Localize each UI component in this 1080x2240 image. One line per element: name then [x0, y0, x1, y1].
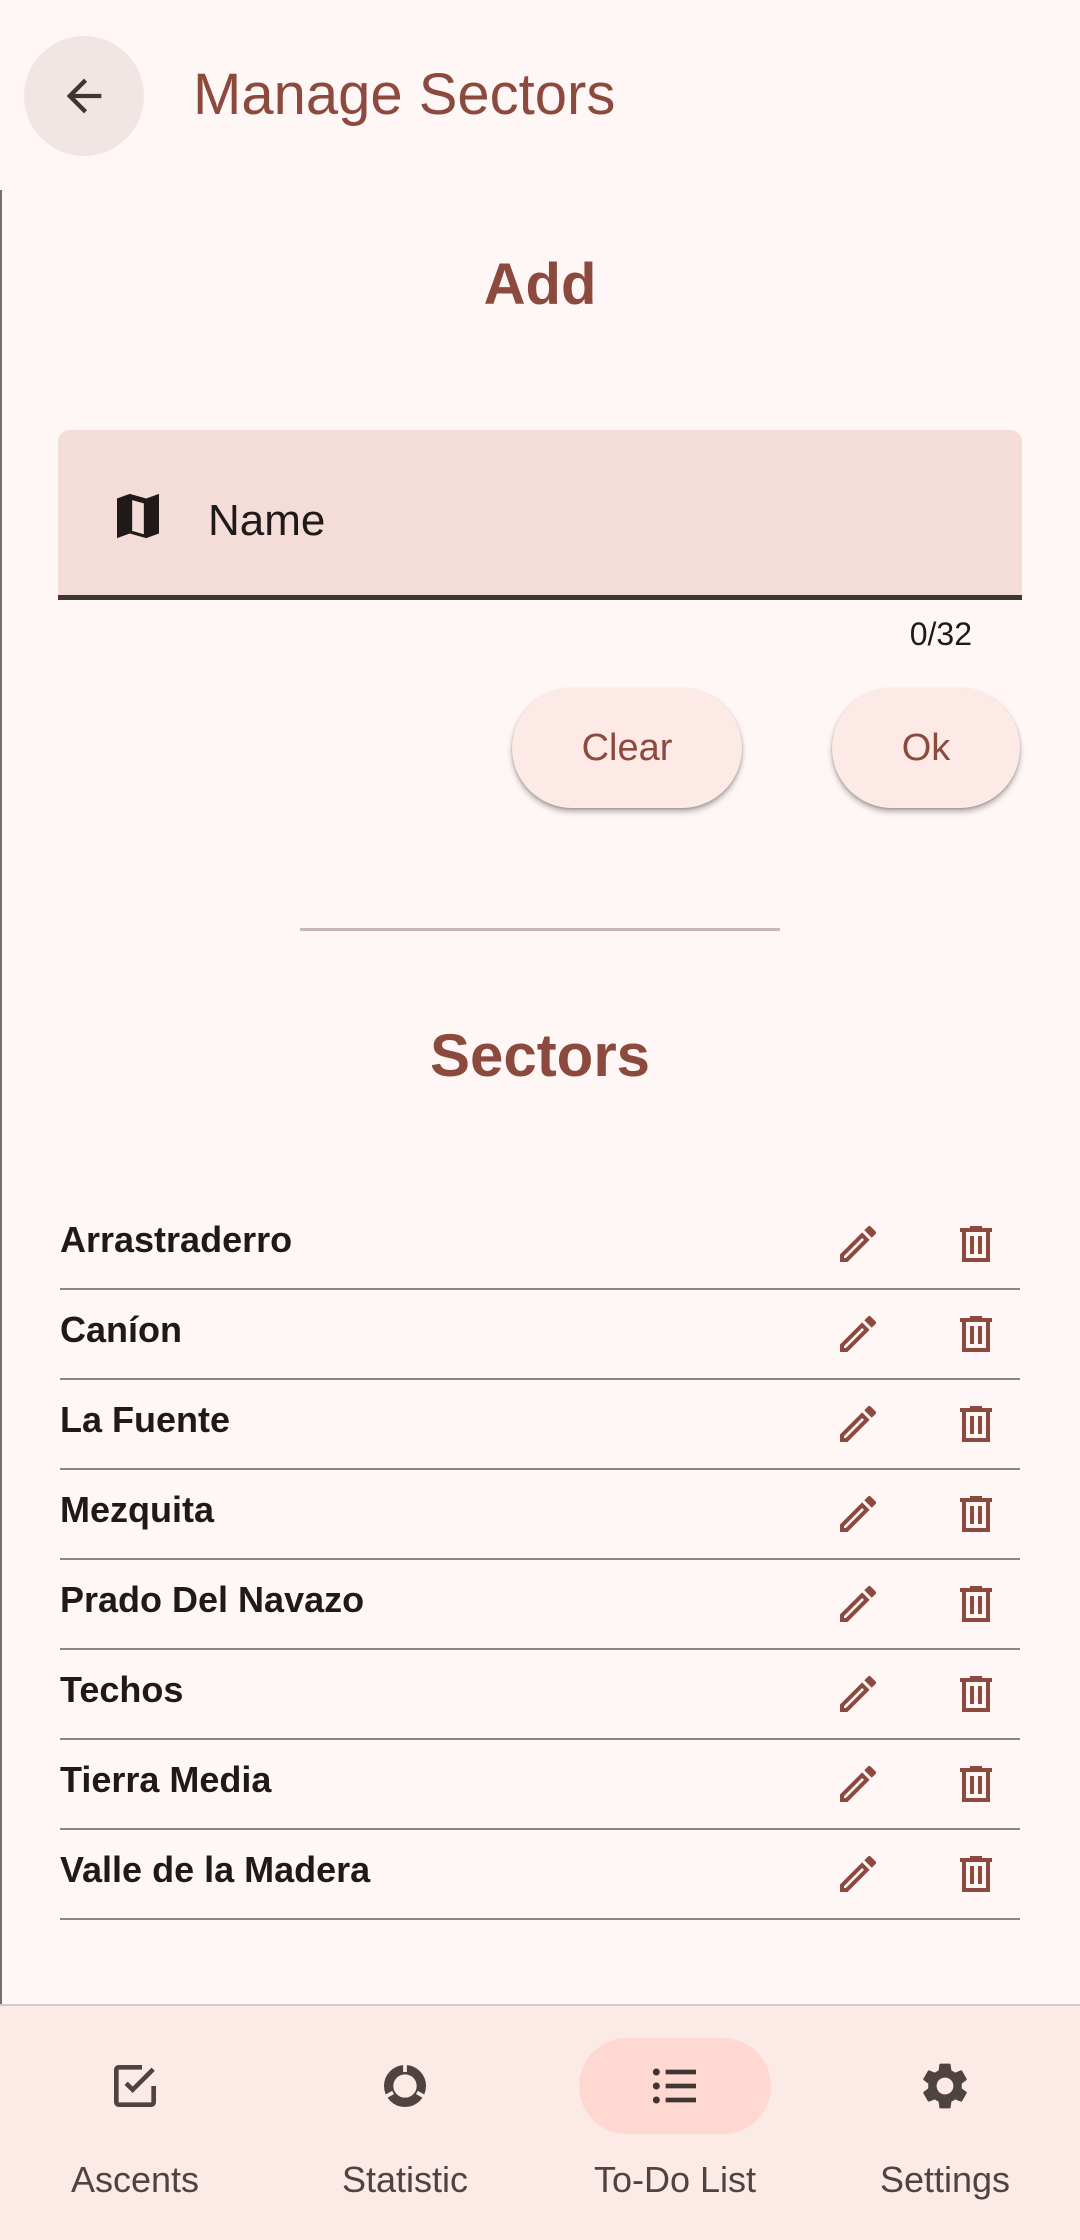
clear-button[interactable]: Clear	[512, 688, 742, 808]
edit-button[interactable]	[830, 1216, 886, 1272]
list-item: Tierra Media	[60, 1740, 1020, 1830]
nav-item-todo-list[interactable]: To-Do List	[540, 2006, 810, 2240]
list-item: Techos	[60, 1650, 1020, 1740]
delete-button[interactable]	[948, 1576, 1004, 1632]
sector-name: Arrastraderro	[60, 1219, 293, 1260]
list-item: Prado Del Navazo	[60, 1560, 1020, 1650]
nav-item-settings[interactable]: Settings	[810, 2006, 1080, 2240]
arrow-left-icon	[66, 78, 102, 114]
sector-name: Techos	[60, 1669, 184, 1710]
edit-button[interactable]	[830, 1756, 886, 1812]
sector-name-field[interactable]: Name	[58, 430, 1022, 600]
trash-icon	[960, 1586, 992, 1622]
nav-label: Statistic	[341, 2159, 469, 2200]
list-icon	[652, 2068, 696, 2104]
nav-label: Ascents	[70, 2159, 200, 2200]
sector-name: La Fuente	[60, 1399, 231, 1440]
edit-button[interactable]	[830, 1486, 886, 1542]
sector-name: Prado Del Navazo	[60, 1579, 365, 1620]
gear-icon	[923, 2063, 967, 2109]
delete-button[interactable]	[948, 1666, 1004, 1722]
sector-name: Caníon	[60, 1309, 182, 1350]
bottom-navigation: Ascents Statistic To-Do List Settings	[0, 2004, 1080, 2240]
ok-button[interactable]: Ok	[832, 688, 1020, 808]
add-section-title: Add	[483, 252, 597, 317]
trash-icon	[960, 1766, 992, 1802]
nav-icon-container	[39, 2038, 231, 2134]
page-title: Manage Sectors	[193, 62, 616, 127]
name-input-placeholder: Name	[208, 496, 326, 545]
back-button[interactable]	[24, 36, 144, 156]
edit-button[interactable]	[830, 1396, 886, 1452]
list-item: Caníon	[60, 1290, 1020, 1380]
edit-button[interactable]	[830, 1306, 886, 1362]
list-item: La Fuente	[60, 1380, 1020, 1470]
pencil-icon	[840, 1495, 877, 1532]
sector-name: Mezquita	[60, 1489, 215, 1530]
delete-button[interactable]	[948, 1486, 1004, 1542]
pencil-icon	[840, 1585, 877, 1622]
sector-list: Arrastraderro Caníon La Fuente Mezquita	[60, 1200, 1020, 1920]
nav-item-ascents[interactable]: Ascents	[0, 2006, 270, 2240]
list-item: Arrastraderro	[60, 1200, 1020, 1290]
list-item: Valle de la Madera	[60, 1830, 1020, 1920]
edit-button[interactable]	[830, 1846, 886, 1902]
pencil-icon	[840, 1225, 877, 1262]
delete-button[interactable]	[948, 1396, 1004, 1452]
pencil-icon	[840, 1315, 877, 1352]
edit-button[interactable]	[830, 1666, 886, 1722]
sectors-section-title: Sectors	[429, 1022, 651, 1089]
map-icon	[117, 493, 159, 539]
checkbox-icon	[114, 2065, 156, 2107]
trash-icon	[960, 1856, 992, 1892]
delete-button[interactable]	[948, 1216, 1004, 1272]
delete-button[interactable]	[948, 1846, 1004, 1902]
character-counter: 0/32	[909, 616, 972, 652]
chart-donut-icon	[384, 2063, 426, 2107]
trash-icon	[960, 1226, 992, 1262]
pencil-icon	[840, 1765, 877, 1802]
section-divider	[300, 928, 780, 931]
sector-name: Tierra Media	[60, 1759, 272, 1800]
trash-icon	[960, 1316, 992, 1352]
pencil-icon	[840, 1675, 877, 1712]
list-item: Mezquita	[60, 1470, 1020, 1560]
nav-icon-container	[309, 2038, 501, 2134]
pencil-icon	[840, 1855, 877, 1892]
trash-icon	[960, 1496, 992, 1532]
nav-label: Settings	[879, 2159, 1011, 2200]
nav-icon-container	[579, 2038, 771, 2134]
pencil-icon	[840, 1405, 877, 1442]
trash-icon	[960, 1406, 992, 1442]
delete-button[interactable]	[948, 1306, 1004, 1362]
delete-button[interactable]	[948, 1756, 1004, 1812]
nav-item-statistic[interactable]: Statistic	[270, 2006, 540, 2240]
top-app-bar: Manage Sectors	[0, 0, 1080, 190]
nav-label: To-Do List	[593, 2159, 757, 2200]
trash-icon	[960, 1676, 992, 1712]
sector-name: Valle de la Madera	[60, 1849, 371, 1890]
nav-icon-container	[849, 2038, 1041, 2134]
edit-button[interactable]	[830, 1576, 886, 1632]
